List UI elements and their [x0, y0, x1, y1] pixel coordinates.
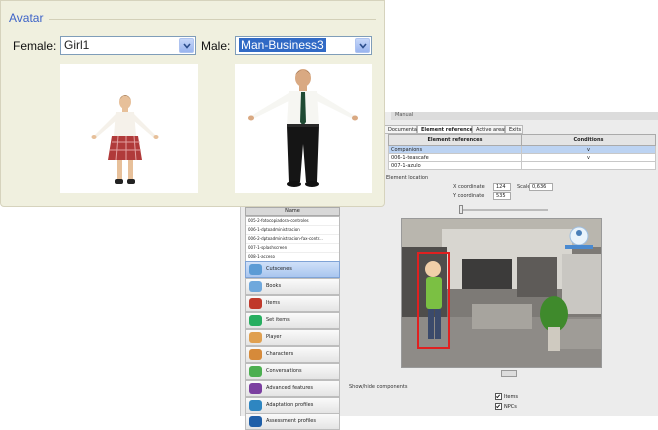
tab-element-references[interactable]: Element references [417, 125, 476, 134]
navigation-panel: Name 005-2-fotocopiadora-controles 006-1… [245, 207, 342, 430]
office-scene-image [402, 219, 601, 367]
cutscenes-icon [249, 264, 262, 275]
assessment-profiles-icon [249, 416, 262, 427]
table-cell: 006-1-teascafe [388, 153, 522, 162]
table-cell: v [521, 145, 656, 154]
nav-item-label: Items [266, 300, 280, 306]
column-header-element[interactable]: Element references [388, 134, 522, 146]
nav-item-label: Set items [266, 317, 290, 323]
table-cell: 007-1-azulo [388, 161, 522, 170]
scene-toggle-button[interactable] [501, 370, 517, 377]
table-row[interactable]: 006-1-teascafe v [388, 153, 656, 162]
element-location-label: Element location [386, 175, 429, 181]
nav-item-set-items[interactable]: Set items [245, 312, 340, 329]
adaptation-profiles-icon [249, 400, 262, 411]
male-avatar-value: Man-Business3 [239, 38, 326, 52]
show-hide-components-label: Show/hide components [349, 384, 408, 390]
nav-item-label: Characters [266, 351, 294, 357]
name-column-header[interactable]: Name [245, 207, 340, 216]
tab-active-areas[interactable]: Active areas [472, 125, 507, 134]
nav-item-conversations[interactable]: Conversations [245, 363, 340, 380]
nav-item-cutscenes[interactable]: Cutscenes [245, 261, 340, 278]
female-avatar-value: Girl1 [64, 38, 90, 52]
section-divider [49, 19, 376, 20]
female-avatar-select[interactable]: Girl1 [60, 36, 196, 55]
npcs-checkbox[interactable] [495, 403, 502, 410]
male-avatar-select[interactable]: Man-Business3 [235, 36, 372, 55]
list-item[interactable]: 006-2-dptoadministracion-fax-contr... [246, 235, 339, 244]
girl-avatar-image [91, 95, 159, 184]
nav-item-books[interactable]: Books [245, 278, 340, 295]
npcs-checkbox-row[interactable]: NPCs [495, 403, 517, 410]
nav-item-characters[interactable]: Characters [245, 346, 340, 363]
table-cell: Companions [388, 145, 522, 154]
editor-tabs: Documentation Element references Active … [384, 125, 658, 134]
items-checkbox-label: Items [504, 394, 518, 400]
table-cell: v [521, 153, 656, 162]
male-avatar-preview [235, 64, 372, 193]
tab-exits[interactable]: Exits [505, 125, 523, 134]
scale-input[interactable]: 0,636 [529, 183, 553, 191]
editor-titlebar: Manual [391, 112, 658, 120]
column-header-conditions[interactable]: Conditions [521, 134, 656, 146]
conversations-icon [249, 366, 262, 377]
element-references-table: Element references Conditions Companions… [388, 134, 656, 170]
chevron-down-icon[interactable] [355, 38, 370, 53]
characters-icon [249, 349, 262, 360]
list-item[interactable]: 006-1-dptoadministracion [246, 226, 339, 235]
avatar-section-title: Avatar [9, 11, 44, 25]
nav-item-label: Advanced features [266, 385, 313, 391]
businessman-avatar-image [248, 69, 358, 187]
nav-item-adaptation-profiles[interactable]: Adaptation profiles [245, 397, 340, 414]
zoom-slider-track[interactable] [463, 209, 548, 211]
list-item[interactable]: 005-2-fotocopiadora-controles [246, 217, 339, 226]
nav-item-label: Adaptation profiles [266, 402, 314, 408]
male-label: Male: [201, 39, 231, 53]
nav-item-label: Conversations [266, 368, 302, 374]
female-label: Female: [13, 39, 57, 53]
player-icon [249, 332, 262, 343]
scene-name-list: 005-2-fotocopiadora-controles 006-1-dpto… [245, 216, 340, 264]
chevron-down-icon[interactable] [179, 38, 194, 53]
avatar-panel: Avatar Female: Girl1 Male: Man-Business3 [0, 0, 385, 207]
nav-item-label: Cutscenes [266, 266, 292, 272]
tab-documentation[interactable]: Documentation [384, 125, 427, 134]
advanced-features-icon [249, 383, 262, 394]
y-coordinate-input[interactable]: 535 [493, 192, 511, 200]
x-coordinate-input[interactable]: 124 [493, 183, 511, 191]
npcs-checkbox-label: NPCs [504, 404, 517, 410]
nav-item-label: Player [266, 334, 282, 340]
nav-item-label: Assessment profiles [266, 418, 316, 424]
table-row[interactable]: Companions v [388, 145, 656, 154]
nav-item-items[interactable]: Items [245, 295, 340, 312]
nav-item-advanced-features[interactable]: Advanced features [245, 380, 340, 397]
scene-preview[interactable] [401, 218, 602, 368]
table-cell [521, 161, 656, 170]
list-item[interactable]: 007-1-splashscreen [246, 244, 339, 253]
items-checkbox-row[interactable]: Items [495, 393, 518, 400]
zoom-slider-thumb[interactable] [459, 205, 463, 214]
items-checkbox[interactable] [495, 393, 502, 400]
book-icon [249, 281, 262, 292]
nav-item-label: Books [266, 283, 282, 289]
y-coordinate-label: Y coordinate [453, 193, 485, 199]
items-icon [249, 298, 262, 309]
female-avatar-preview [60, 64, 198, 193]
nav-item-player[interactable]: Player [245, 329, 340, 346]
x-coordinate-label: X coordinate [453, 184, 485, 190]
table-row[interactable]: 007-1-azulo [388, 161, 656, 170]
set-items-icon [249, 315, 262, 326]
